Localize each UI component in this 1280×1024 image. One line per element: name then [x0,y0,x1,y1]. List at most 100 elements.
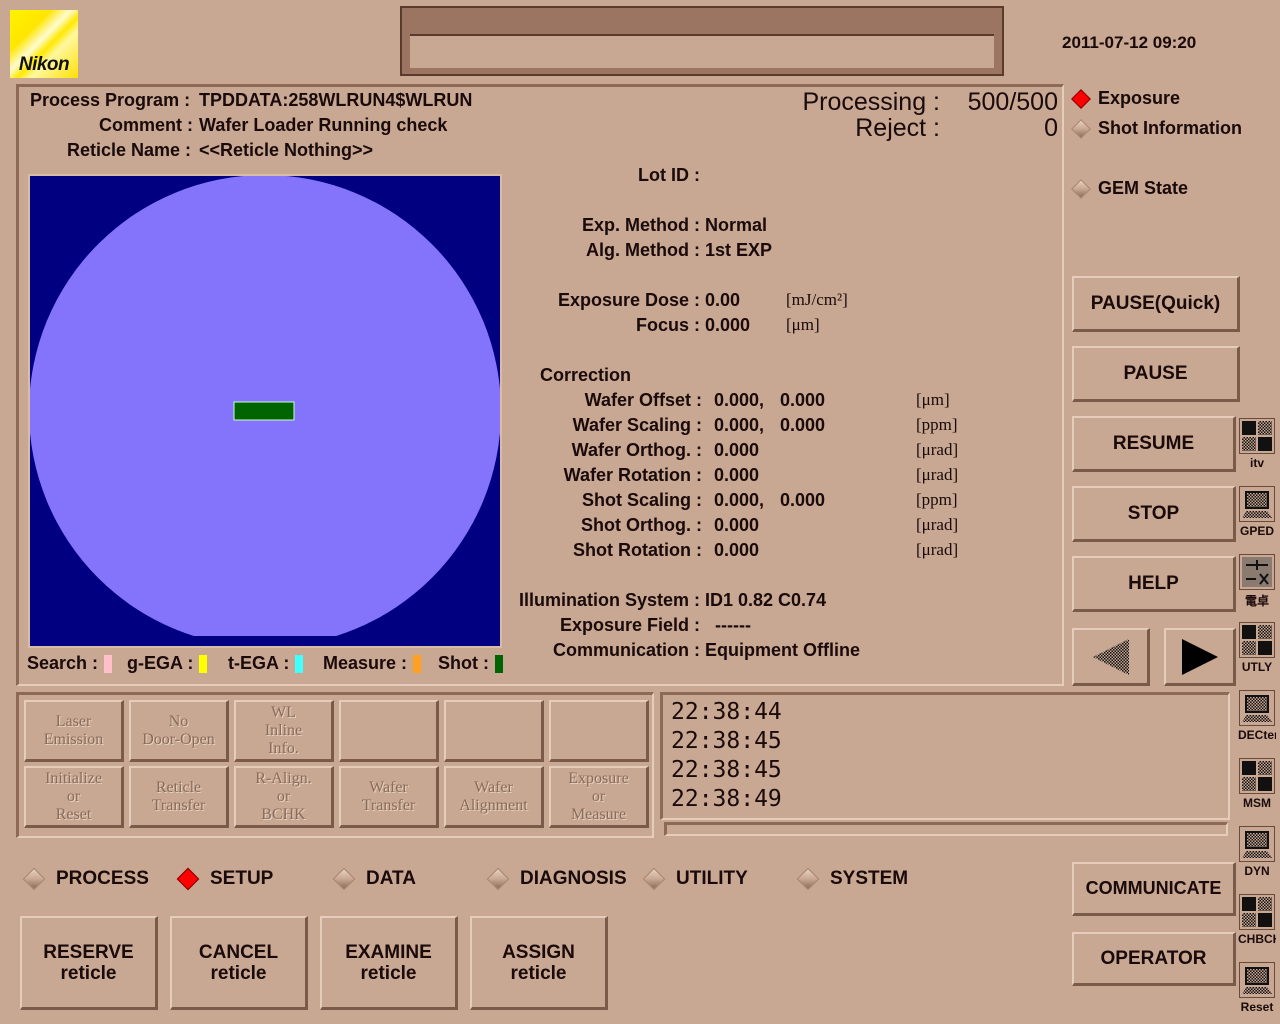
radio-diamond-icon [1071,88,1091,109]
pause-quick-button[interactable]: PAUSE(Quick) [1072,276,1240,332]
exposure-dose-unit: [mJ/cm²] [786,290,848,309]
log-line: 22:38:44 [671,699,782,725]
mode-tab-utility[interactable]: UTILITY [642,867,748,891]
radio-diamond-icon [176,867,200,891]
side-tool-label: DECterm [1238,728,1276,742]
alg-method-value: 1st EXP [705,240,773,260]
nikon-logo: Nikon [10,10,78,78]
status-grid-cell[interactable]: Initialize or Reset [24,766,124,828]
cancel-reticle-button[interactable]: CANCEL reticle [170,916,308,1010]
correction-value-1: 0.000, [714,415,765,435]
mode-tab-label: DIAGNOSIS [520,868,627,889]
radio-diamond-icon [332,867,356,891]
side-tool-label: MSM [1243,796,1271,810]
side-tool-label: GPED [1239,524,1274,538]
radio-diamond-icon [22,867,46,891]
status-grid-cell[interactable] [549,700,649,762]
view-option-gem-state[interactable]: GEM State [1071,178,1188,199]
button-label-line2: reticle [210,962,267,984]
correction-unit: [μm] [916,390,950,409]
exposure-field-value: ------ [715,615,751,635]
side-tool-chbch[interactable]: CHBCH [1238,894,1276,946]
side-tool-label: UTLY [1241,660,1273,674]
status-grid-cell[interactable]: Reticle Transfer [129,766,229,828]
calculator-icon [1239,554,1275,590]
view-option-shot-information[interactable]: Shot Information [1071,118,1242,139]
status-grid-cell[interactable]: Wafer Alignment [444,766,544,828]
status-grid-cell[interactable]: Wafer Transfer [339,766,439,828]
assign-reticle-button[interactable]: ASSIGN reticle [470,916,608,1010]
terminal-icon [1239,486,1275,522]
button-label-line2: reticle [60,962,117,984]
operator-button[interactable]: OPERATOR [1072,932,1236,986]
correction-label: Wafer Rotation : [563,465,702,485]
view-option-exposure[interactable]: Exposure [1071,88,1180,109]
correction-value-2: 0.000 [780,490,826,510]
illumination-value: ID1 0.82 C0.74 [705,590,827,610]
communication-label: Communication : [553,640,700,660]
radio-diamond-icon [642,867,666,891]
next-button[interactable] [1164,628,1236,686]
legend-measure-label: Measure : [323,653,408,673]
log-horizontal-scrollbar[interactable] [664,822,1228,836]
mode-tab-label: SETUP [210,868,274,889]
side-tool-[interactable]: 電卓 [1238,554,1276,609]
focus-unit: [μm] [786,315,820,334]
side-tool-label: DYN [1244,864,1270,878]
correction-label: Shot Rotation : [573,540,702,560]
side-tool-utly[interactable]: UTLY [1238,622,1276,674]
wafer-map [28,174,502,648]
side-tool-msm[interactable]: MSM [1238,758,1276,810]
side-tool-decterm[interactable]: DECterm [1238,690,1276,742]
pause-button[interactable]: PAUSE [1072,346,1240,402]
log-line: 22:38:45 [671,728,782,754]
side-tool-reset[interactable]: Reset [1238,962,1276,1014]
legend-t-ega: t-EGA : [228,653,304,674]
mode-tab-setup[interactable]: SETUP [176,867,274,891]
button-label-line1: CANCEL [198,941,279,963]
process-program-label: Process Program : [30,90,191,110]
prev-button[interactable] [1072,628,1150,686]
side-tool-gped[interactable]: GPED [1238,486,1276,538]
mode-tab-label: SYSTEM [830,868,909,889]
side-tool-label: Reset [1240,1000,1274,1014]
reserve-reticle-button[interactable]: RESERVE reticle [20,916,158,1010]
correction-unit: [μrad] [916,515,959,534]
resume-button[interactable]: RESUME [1072,416,1236,472]
help-button[interactable]: HELP [1072,556,1236,612]
correction-label: Shot Orthog. : [581,515,702,535]
mode-tab-diagnosis[interactable]: DIAGNOSIS [486,867,627,891]
side-tool-label: 電卓 [1244,594,1269,608]
correction-unit: [μrad] [916,540,959,559]
side-tool-itv[interactable]: itv [1238,418,1276,470]
status-grid-cell[interactable]: WL Inline Info. [234,700,334,762]
windows-icon [1239,758,1275,794]
side-tool-dyn[interactable]: DYN [1238,826,1276,878]
message-bar [400,6,1004,76]
correction-label: Shot Scaling : [581,490,702,510]
mode-tab-process[interactable]: PROCESS [22,867,149,891]
illumination-label: Illumination System : [518,590,700,610]
status-grid-cell[interactable] [339,700,439,762]
mode-tab-label: UTILITY [676,868,748,889]
button-label-line1: EXAMINE [345,941,432,963]
correction-label: Wafer Orthog. : [571,440,702,460]
button-label-line1: ASSIGN [502,941,575,963]
legend-measure: Measure : [323,653,422,674]
status-grid-cell[interactable] [444,700,544,762]
comment-label: Comment : [99,115,193,135]
mode-tab-data[interactable]: DATA [332,867,416,891]
status-grid-cell[interactable]: R-Align. or BCHK [234,766,334,828]
status-grid-cell[interactable]: Exposure or Measure [549,766,649,828]
stop-button[interactable]: STOP [1072,486,1236,542]
focus-value: 0.000 [705,315,751,335]
log-line: 22:38:45 [671,757,782,783]
status-grid-cell[interactable]: No Door-Open [129,700,229,762]
mode-tab-system[interactable]: SYSTEM [796,867,909,891]
message-bar-text [410,34,994,68]
communicate-button[interactable]: COMMUNICATE [1072,862,1236,916]
status-grid-cell[interactable]: Laser Emission [24,700,124,762]
examine-reticle-button[interactable]: EXAMINE reticle [320,916,458,1010]
legend-search-label: Search : [27,653,99,673]
correction-label: Wafer Offset : [584,390,702,410]
